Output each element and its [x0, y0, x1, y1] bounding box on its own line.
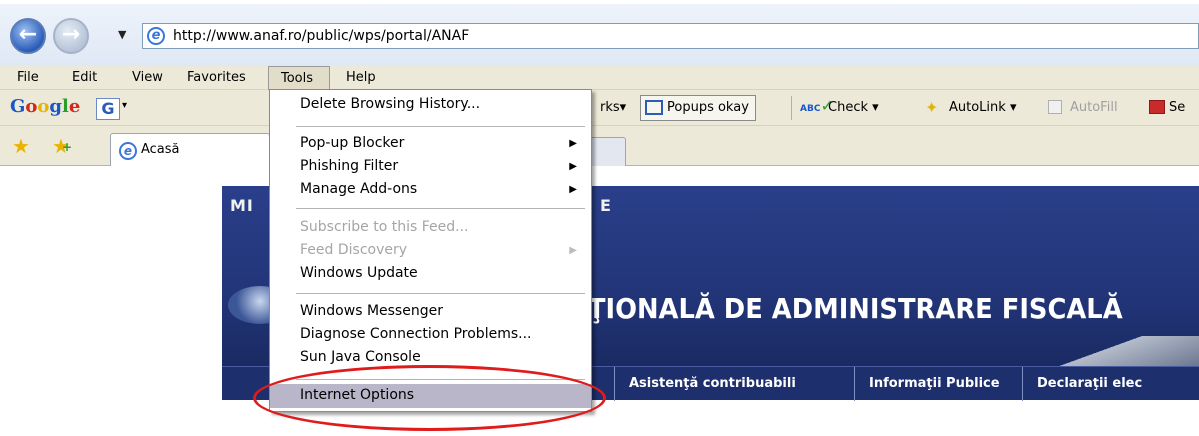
banner-title: AŢIONALĂ DE ADMINISTRARE FISCALĂ: [570, 292, 1123, 325]
menu-help[interactable]: Help: [340, 69, 382, 89]
favorites-center-icon[interactable]: ★: [12, 134, 30, 158]
popups-okay-button[interactable]: Popups okay: [640, 95, 756, 121]
nav-link-declaratii[interactable]: Declaraţii elec: [1022, 367, 1156, 401]
menu-item-manage-addons[interactable]: Manage Add-ons ▶: [270, 178, 591, 201]
menu-view[interactable]: View: [126, 69, 169, 89]
nav-link-informatii[interactable]: Informaţii Publice: [854, 367, 1014, 401]
menu-item-phishing-filter[interactable]: Phishing Filter ▶: [270, 155, 591, 178]
back-arrow-icon: ←: [18, 22, 38, 47]
menu-bar: File Edit View Favorites Tools Help: [0, 66, 1199, 90]
menu-item-windows-update[interactable]: Windows Update: [270, 262, 591, 285]
ie-page-icon: e: [147, 27, 165, 45]
google-search-button[interactable]: G: [96, 98, 120, 120]
back-button[interactable]: ←: [10, 18, 46, 54]
send-to-button[interactable]: Se: [1149, 100, 1185, 115]
autofill-icon: [1048, 100, 1062, 114]
toolbar-separator: [791, 96, 792, 120]
menu-favorites[interactable]: Favorites: [181, 69, 252, 89]
tools-dropdown-menu: Delete Browsing History... Pop-up Blocke…: [269, 89, 592, 412]
send-icon: [1149, 100, 1165, 114]
menu-edit[interactable]: Edit: [66, 69, 103, 89]
url-text[interactable]: http://www.anaf.ro/public/wps/portal/ANA…: [173, 28, 469, 44]
menu-item-feed-discovery: Feed Discovery ▶: [270, 239, 591, 262]
submenu-arrow-icon: ▶: [569, 245, 577, 256]
recent-pages-dropdown[interactable]: ▼: [118, 28, 126, 41]
add-to-favorites-icon[interactable]: + ★: [52, 134, 72, 158]
ie-page-icon: e: [119, 142, 137, 160]
google-logo: Google: [10, 96, 81, 117]
banner-header-text: MI E: [230, 196, 612, 215]
bookmarks-button[interactable]: rks▾: [600, 100, 626, 115]
forward-arrow-icon: →: [61, 22, 81, 47]
send-label: Se: [1169, 100, 1186, 115]
spell-check-button[interactable]: ABC✓ Check ▾: [800, 96, 879, 115]
google-search-dropdown[interactable]: ▾: [122, 100, 127, 111]
tab-acasa[interactable]: e Acasă: [110, 133, 270, 166]
menu-separator: [296, 208, 585, 209]
autofill-label: AutoFill: [1070, 100, 1118, 115]
magic-wand-icon: ✦: [925, 98, 939, 117]
autofill-button[interactable]: AutoFill: [1048, 100, 1118, 115]
banner-decoration: [1049, 336, 1199, 366]
spellcheck-icon: ABC✓: [800, 96, 834, 115]
popup-window-icon: [645, 100, 663, 115]
forward-button[interactable]: →: [53, 18, 89, 54]
submenu-arrow-icon: ▶: [569, 138, 577, 149]
submenu-arrow-icon: ▶: [569, 161, 577, 172]
menu-item-subscribe-feed: Subscribe to this Feed...: [300, 219, 469, 235]
check-label: Check ▾: [828, 100, 879, 115]
menu-separator: [296, 126, 585, 127]
nav-link-asistenta[interactable]: Asistenţă contribuabili: [614, 367, 810, 401]
tabs-row: ★ + ★ e Acasă: [0, 126, 1199, 166]
autolink-button[interactable]: ✦ AutoLink ▾: [925, 98, 1017, 117]
menu-item-delete-browsing-history[interactable]: Delete Browsing History...: [270, 93, 591, 116]
menu-tools[interactable]: Tools: [268, 66, 330, 90]
new-tab-button[interactable]: [590, 137, 626, 166]
address-bar-row: ← → ▼ e http://www.anaf.ro/public/wps/po…: [0, 0, 1199, 66]
menu-item-windows-messenger[interactable]: Windows Messenger: [270, 300, 591, 323]
tab-label: Acasă: [141, 142, 180, 157]
menu-item-popup-blocker[interactable]: Pop-up Blocker ▶: [270, 132, 591, 155]
menu-item-diagnose-connection[interactable]: Diagnose Connection Problems...: [270, 323, 591, 346]
submenu-arrow-icon: ▶: [569, 184, 577, 195]
address-field[interactable]: e http://www.anaf.ro/public/wps/portal/A…: [142, 23, 1199, 49]
red-highlight-ellipse: [253, 365, 606, 431]
autolink-label: AutoLink ▾: [949, 100, 1017, 115]
menu-file[interactable]: File: [11, 69, 45, 89]
popups-label: Popups okay: [667, 100, 749, 115]
menu-separator: [296, 293, 585, 294]
google-toolbar: Google G ▾ rks▾ Popups okay ABC✓ Check ▾…: [0, 90, 1199, 126]
